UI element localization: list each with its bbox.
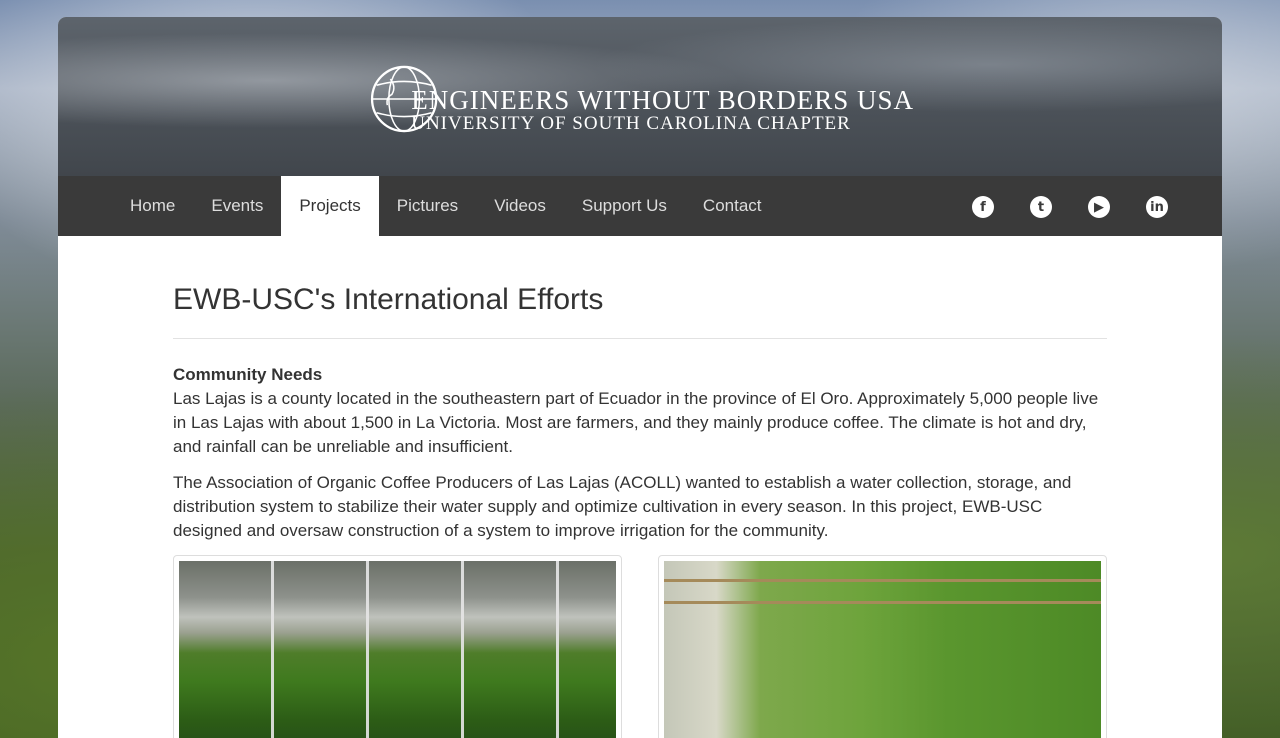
- youtube-icon[interactable]: ▶: [1088, 196, 1110, 218]
- social-links: f t ▶ in: [972, 196, 1168, 218]
- facebook-icon[interactable]: f: [972, 196, 994, 218]
- paragraph-project-description: The Association of Organic Coffee Produc…: [173, 473, 1072, 540]
- coffee-nursery-photo: [179, 561, 616, 738]
- nav-item-videos[interactable]: Videos: [476, 176, 564, 236]
- nav-item-support-us[interactable]: Support Us: [564, 176, 685, 236]
- main-content: EWB-USC's International Efforts Communit…: [58, 282, 1222, 738]
- coffee-field-photo: [664, 561, 1101, 738]
- logo-text: ENGINEERS WITHOUT BORDERS USA UNIVERSITY…: [411, 86, 914, 134]
- main-navbar: Home Events Projects Pictures Videos Sup…: [58, 176, 1222, 236]
- photo-frame-right[interactable]: [658, 555, 1107, 738]
- photo-frame-left[interactable]: [173, 555, 622, 738]
- page-title: EWB-USC's International Efforts: [173, 282, 1107, 339]
- header-banner: ENGINEERS WITHOUT BORDERS USA UNIVERSITY…: [58, 17, 1222, 176]
- linkedin-icon[interactable]: in: [1146, 196, 1168, 218]
- page-container: ENGINEERS WITHOUT BORDERS USA UNIVERSITY…: [58, 17, 1222, 738]
- photo-gallery: [173, 555, 1107, 738]
- nav-item-projects[interactable]: Projects: [281, 176, 379, 236]
- nav-item-home[interactable]: Home: [112, 176, 193, 236]
- nav-item-events[interactable]: Events: [193, 176, 281, 236]
- nav-item-contact[interactable]: Contact: [685, 176, 780, 236]
- nav-item-pictures[interactable]: Pictures: [379, 176, 476, 236]
- site-logo[interactable]: ENGINEERS WITHOUT BORDERS USA UNIVERSITY…: [369, 49, 914, 149]
- logo-line-1: ENGINEERS WITHOUT BORDERS USA: [411, 85, 914, 115]
- twitter-icon[interactable]: t: [1030, 196, 1052, 218]
- paragraph-community-needs: Las Lajas is a county located in the sou…: [173, 389, 1099, 456]
- nav-list: Home Events Projects Pictures Videos Sup…: [112, 176, 780, 236]
- logo-line-2: UNIVERSITY OF SOUTH CAROLINA CHAPTER: [411, 113, 851, 134]
- section-heading: Community Needs: [173, 365, 323, 384]
